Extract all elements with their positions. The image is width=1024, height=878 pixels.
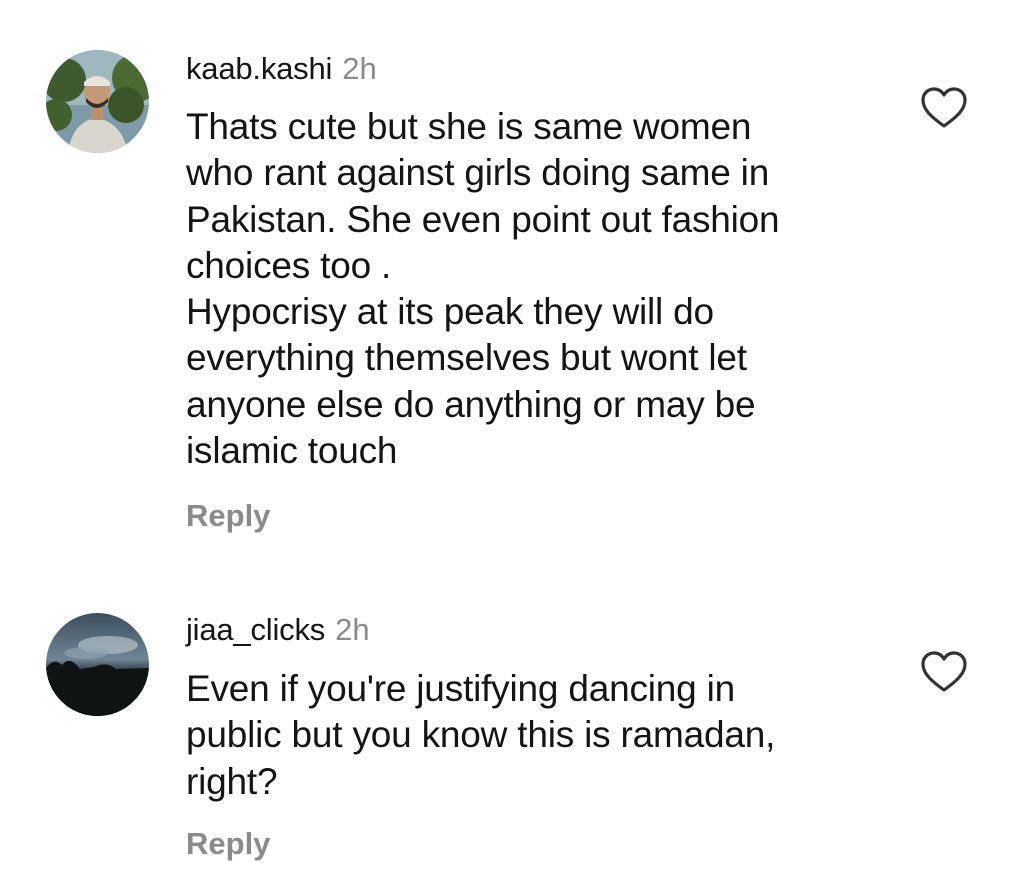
comment-2: jiaa_clicks 2h Even if you're justifying …	[0, 560, 1024, 878]
comment-1: kaab.kashi 2h Thats cute but she is same …	[0, 0, 1024, 560]
heart-outline-icon	[921, 651, 967, 692]
avatar[interactable]	[46, 613, 149, 716]
comment-line: everything themselves but wont let	[186, 337, 747, 379]
reply-button[interactable]: Reply	[186, 828, 270, 859]
like-button[interactable]	[920, 86, 968, 130]
avatar[interactable]	[46, 50, 149, 153]
comment-line: anyone else do anything or may be	[186, 383, 756, 425]
comment-header: jiaa_clicks 2h	[186, 614, 370, 645]
comment-line: Pakistan. She even point out fashion	[186, 198, 780, 240]
comment-line: choices too .	[186, 244, 392, 286]
comment-line: Even if you're justifying dancing in	[186, 668, 736, 709]
username[interactable]: kaab.kashi	[186, 51, 332, 86]
username[interactable]: jiaa_clicks	[186, 612, 325, 647]
timestamp: 2h	[335, 612, 370, 647]
comment-line: Hypocrisy at its peak they will do	[186, 291, 714, 333]
avatar-photo	[46, 613, 149, 716]
comment-line: Thats cute but she is same women	[186, 106, 752, 147]
avatar-photo	[46, 50, 149, 153]
comment-line: islamic touch	[186, 430, 398, 472]
timestamp: 2h	[342, 51, 377, 86]
heart-outline-icon	[921, 87, 967, 128]
comment-header: kaab.kashi 2h	[186, 53, 377, 84]
comment-line: who rant against girls doing same in	[186, 152, 770, 194]
comment-text: Even if you're justifying dancing in pub…	[186, 666, 886, 805]
like-button[interactable]	[920, 650, 968, 694]
comment-line: public but you know this is ramadan,	[186, 714, 776, 756]
reply-button[interactable]: Reply	[186, 500, 270, 531]
comment-text: Thats cute but she is same women who ran…	[186, 104, 886, 474]
comment-line: right?	[186, 760, 278, 802]
